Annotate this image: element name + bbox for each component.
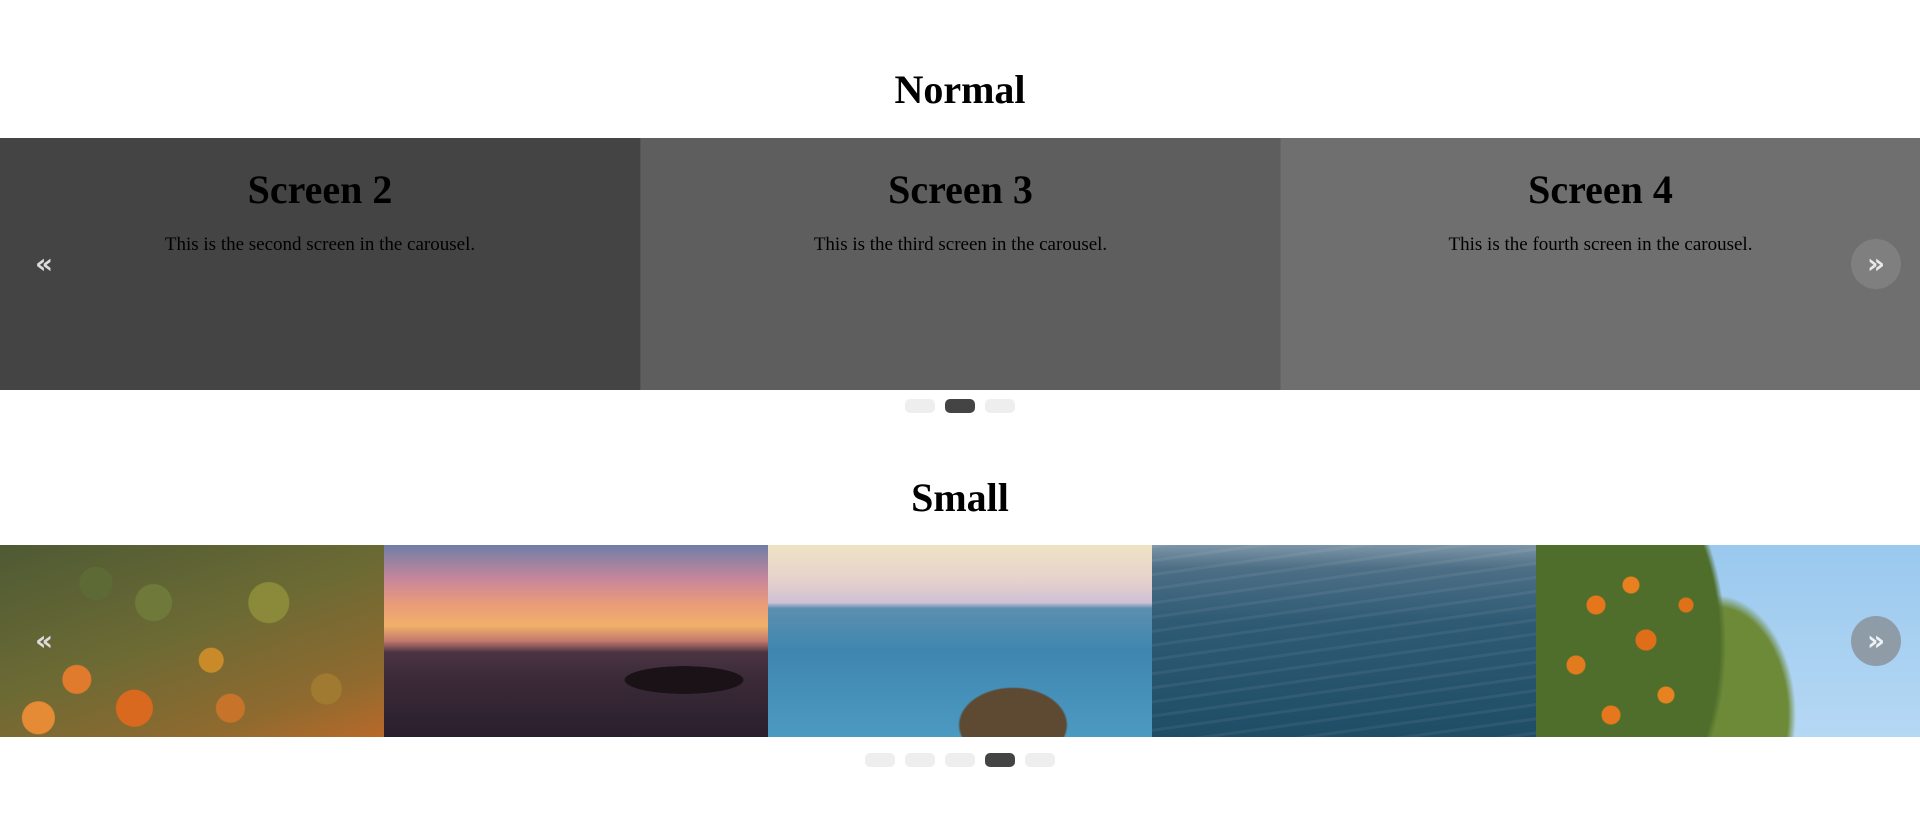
section-title-small: Small (911, 475, 1009, 520)
previous-button[interactable]: « (19, 239, 69, 289)
slide-text: This is the third screen in the carousel… (813, 234, 1108, 255)
carousel-dot-2[interactable] (905, 753, 935, 767)
slide-text: This is the fourth screen in the carouse… (1448, 234, 1753, 255)
carousel-slide: Screen 4 This is the fourth screen in th… (1280, 138, 1920, 390)
small-carousel: « » (0, 545, 1920, 737)
carousel-dot-4[interactable] (985, 753, 1015, 767)
section-title-normal: Normal (894, 67, 1026, 112)
carousel-dot-1[interactable] (865, 753, 895, 767)
carousel-dot-1[interactable] (905, 399, 935, 413)
carousel-slide: Screen 2 This is the second screen in th… (0, 138, 640, 390)
carousel-dot-5[interactable] (1025, 753, 1055, 767)
carousel-dot-3[interactable] (985, 399, 1015, 413)
carousel-dot-3[interactable] (945, 753, 975, 767)
carousel-dot-2[interactable] (945, 399, 975, 413)
slide-heading: Screen 4 (1528, 167, 1673, 212)
sea-rock-photo (768, 545, 1152, 737)
previous-button[interactable]: « (19, 616, 69, 666)
sunset-sea-photo (384, 545, 768, 737)
next-button[interactable]: » (1851, 239, 1901, 289)
slide-heading: Screen 3 (888, 167, 1033, 212)
slide-text: This is the second screen in the carouse… (164, 234, 476, 255)
carousel-slide: Screen 3 This is the third screen in the… (640, 138, 1280, 390)
next-button[interactable]: » (1851, 616, 1901, 666)
slide-heading: Screen 2 (247, 167, 393, 212)
normal-carousel-dots (0, 399, 1920, 413)
normal-carousel: Screen 2 This is the second screen in th… (0, 138, 1920, 390)
small-carousel-dots (0, 753, 1920, 767)
ocean-waves-photo (1152, 545, 1536, 737)
